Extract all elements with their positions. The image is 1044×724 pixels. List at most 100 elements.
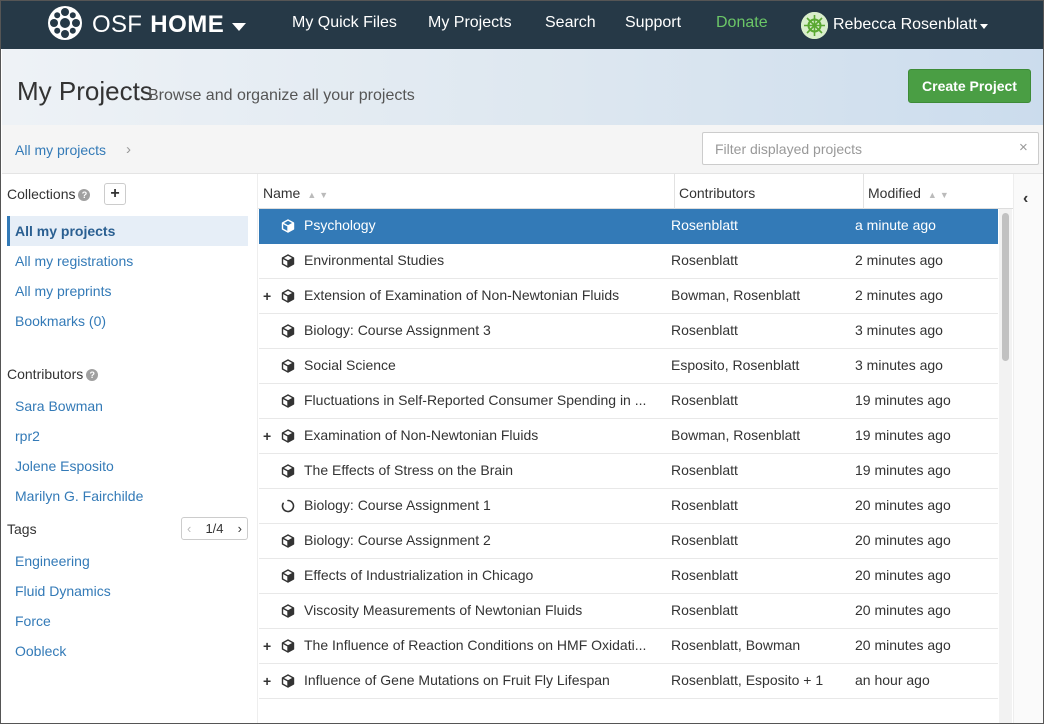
cube-icon bbox=[281, 254, 295, 268]
nav-my-quick-files[interactable]: My Quick Files bbox=[292, 14, 397, 32]
add-collection-button[interactable]: + bbox=[104, 183, 126, 205]
nav-search[interactable]: Search bbox=[545, 14, 596, 32]
project-contributors: Rosenblatt bbox=[671, 462, 738, 478]
project-name[interactable]: Viscosity Measurements of Newtonian Flui… bbox=[304, 594, 664, 627]
project-name[interactable]: The Influence of Reaction Conditions on … bbox=[304, 629, 664, 662]
nav-support[interactable]: Support bbox=[625, 14, 681, 32]
expand-row-icon[interactable]: + bbox=[263, 419, 273, 454]
osf-home-brand[interactable]: OSF HOME bbox=[47, 5, 247, 46]
table-row[interactable]: + Examination of Non-Newtonian Fluids Bowm… bbox=[259, 419, 998, 454]
project-modified: 19 minutes ago bbox=[855, 427, 951, 443]
scrollbar-thumb[interactable] bbox=[1002, 213, 1009, 361]
table-row[interactable]: + Influence of Gene Mutations on Fruit Fl… bbox=[259, 664, 998, 699]
sidebar-item-all-preprints[interactable]: All my preprints bbox=[7, 276, 248, 306]
project-name[interactable]: Extension of Examination of Non-Newtonia… bbox=[304, 279, 664, 312]
sort-icon[interactable]: ▲▼ bbox=[928, 190, 952, 200]
project-modified: 20 minutes ago bbox=[855, 497, 951, 513]
project-name[interactable]: Effects of Industrialization in Chicago bbox=[304, 559, 664, 592]
sidebar-item-all-registrations[interactable]: All my registrations bbox=[7, 246, 248, 276]
tag-item[interactable]: Engineering bbox=[7, 546, 248, 576]
tag-item[interactable]: Fluid Dynamics bbox=[7, 576, 248, 606]
table-row[interactable]: Viscosity Measurements of Newtonian Flui… bbox=[259, 594, 998, 629]
cube-icon bbox=[281, 464, 295, 478]
table-row[interactable]: Environmental Studies Rosenblatt 2 minutes… bbox=[259, 244, 998, 279]
filter-input[interactable] bbox=[702, 132, 1039, 165]
contributor-item[interactable]: rpr2 bbox=[7, 421, 248, 451]
info-panel-toggle: ‹ bbox=[1013, 174, 1043, 723]
nav-my-projects[interactable]: My Projects bbox=[428, 14, 512, 32]
project-name[interactable]: Psychology bbox=[304, 209, 664, 242]
project-contributors: Rosenblatt bbox=[671, 567, 738, 583]
breadcrumb-bar: All my projects › × bbox=[2, 125, 1043, 174]
cube-icon bbox=[281, 394, 295, 408]
user-menu[interactable]: Rebecca Rosenblatt bbox=[801, 10, 989, 40]
expand-row-icon[interactable]: + bbox=[263, 279, 273, 314]
column-divider[interactable] bbox=[863, 174, 864, 209]
contributor-item[interactable]: Jolene Esposito bbox=[7, 451, 248, 481]
project-contributors: Rosenblatt bbox=[671, 217, 738, 233]
table-row[interactable]: Biology: Course Assignment 1 Rosenblatt 20… bbox=[259, 489, 998, 524]
table-row[interactable]: Fluctuations in Self-Reported Consumer S… bbox=[259, 384, 998, 419]
project-contributors: Bowman, Rosenblatt bbox=[671, 287, 801, 303]
sort-icon[interactable]: ▲▼ bbox=[307, 190, 331, 200]
table-row[interactable]: + The Influence of Reaction Conditions on… bbox=[259, 629, 998, 664]
breadcrumb[interactable]: All my projects bbox=[15, 142, 106, 158]
chevron-left-icon[interactable]: ‹ bbox=[187, 521, 191, 536]
expand-row-icon[interactable]: + bbox=[263, 629, 273, 664]
chevron-left-icon[interactable]: ‹ bbox=[1023, 190, 1028, 208]
top-navbar: OSF HOME My Quick Files My Projects Sear… bbox=[1, 1, 1043, 49]
name-column-header[interactable]: Name ▲▼ bbox=[263, 174, 331, 209]
expand-row-icon[interactable]: + bbox=[263, 664, 273, 699]
table-row[interactable]: Biology: Course Assignment 3 Rosenblatt 3 … bbox=[259, 314, 998, 349]
tag-item[interactable]: Force bbox=[7, 606, 248, 636]
sidebar-item-bookmarks[interactable]: Bookmarks (0) bbox=[7, 306, 248, 336]
tags-page-indicator: 1/4 bbox=[205, 521, 224, 536]
project-name[interactable]: Biology: Course Assignment 2 bbox=[304, 524, 664, 557]
nav-donate[interactable]: Donate bbox=[716, 14, 768, 32]
project-modified: 2 minutes ago bbox=[855, 287, 943, 303]
table-row[interactable]: Social Science Esposito, Rosenblatt 3 minu… bbox=[259, 349, 998, 384]
table-row[interactable]: Effects of Industrialization in Chicago R… bbox=[259, 559, 998, 594]
column-divider[interactable] bbox=[674, 174, 675, 209]
table-header: Name ▲▼ Contributors Modified ▲▼ bbox=[258, 174, 1013, 209]
project-name[interactable]: The Effects of Stress on the Brain bbox=[304, 454, 664, 487]
cube-icon bbox=[281, 359, 295, 373]
cube-icon bbox=[281, 534, 295, 548]
project-modified: 20 minutes ago bbox=[855, 532, 951, 548]
create-project-button[interactable]: Create Project bbox=[908, 69, 1031, 103]
chevron-right-icon: › bbox=[126, 141, 131, 158]
tag-item[interactable]: Oobleck bbox=[7, 636, 248, 666]
table-row[interactable]: Psychology Rosenblatt a minute ago bbox=[259, 209, 998, 244]
chevron-right-icon[interactable]: › bbox=[238, 521, 242, 536]
project-name[interactable]: Social Science bbox=[304, 349, 664, 382]
project-modified: 19 minutes ago bbox=[855, 462, 951, 478]
clear-filter-icon[interactable]: × bbox=[1019, 139, 1028, 156]
collections-heading: Collections? bbox=[7, 186, 91, 202]
table-row[interactable]: + Extension of Examination of Non-Newtoni… bbox=[259, 279, 998, 314]
project-name[interactable]: Biology: Course Assignment 3 bbox=[304, 314, 664, 347]
osf-logo-icon bbox=[47, 5, 83, 46]
table-row[interactable]: The Effects of Stress on the Brain Rosenb… bbox=[259, 454, 998, 489]
modified-header-label: Modified bbox=[868, 185, 921, 201]
contributor-item[interactable]: Marilyn G. Fairchilde bbox=[7, 481, 248, 511]
project-name[interactable]: Environmental Studies bbox=[304, 244, 664, 277]
contributors-header-label: Contributors bbox=[679, 185, 756, 201]
project-modified: 2 minutes ago bbox=[855, 252, 943, 268]
project-contributors: Rosenblatt, Esposito + 1 bbox=[671, 672, 824, 688]
project-contributors: Rosenblatt bbox=[671, 497, 738, 513]
contributor-item[interactable]: Sara Bowman bbox=[7, 391, 248, 421]
vertical-scrollbar[interactable] bbox=[999, 209, 1012, 723]
projects-table: Name ▲▼ Contributors Modified ▲▼ Psycholog… bbox=[258, 174, 1013, 723]
sidebar-item-all-projects[interactable]: All my projects bbox=[7, 216, 248, 246]
project-name[interactable]: Biology: Course Assignment 1 bbox=[304, 489, 664, 522]
project-name[interactable]: Fluctuations in Self-Reported Consumer S… bbox=[304, 384, 664, 417]
table-row[interactable]: Biology: Course Assignment 2 Rosenblatt 20… bbox=[259, 524, 998, 559]
modified-column-header[interactable]: Modified ▲▼ bbox=[868, 174, 952, 209]
project-name[interactable]: Influence of Gene Mutations on Fruit Fly… bbox=[304, 664, 664, 697]
cube-icon bbox=[281, 604, 295, 618]
project-name[interactable]: Examination of Non-Newtonian Fluids bbox=[304, 419, 664, 452]
help-icon[interactable]: ? bbox=[78, 189, 91, 201]
cube-icon bbox=[281, 289, 295, 303]
name-header-label: Name bbox=[263, 185, 301, 201]
help-icon[interactable]: ? bbox=[86, 369, 99, 381]
